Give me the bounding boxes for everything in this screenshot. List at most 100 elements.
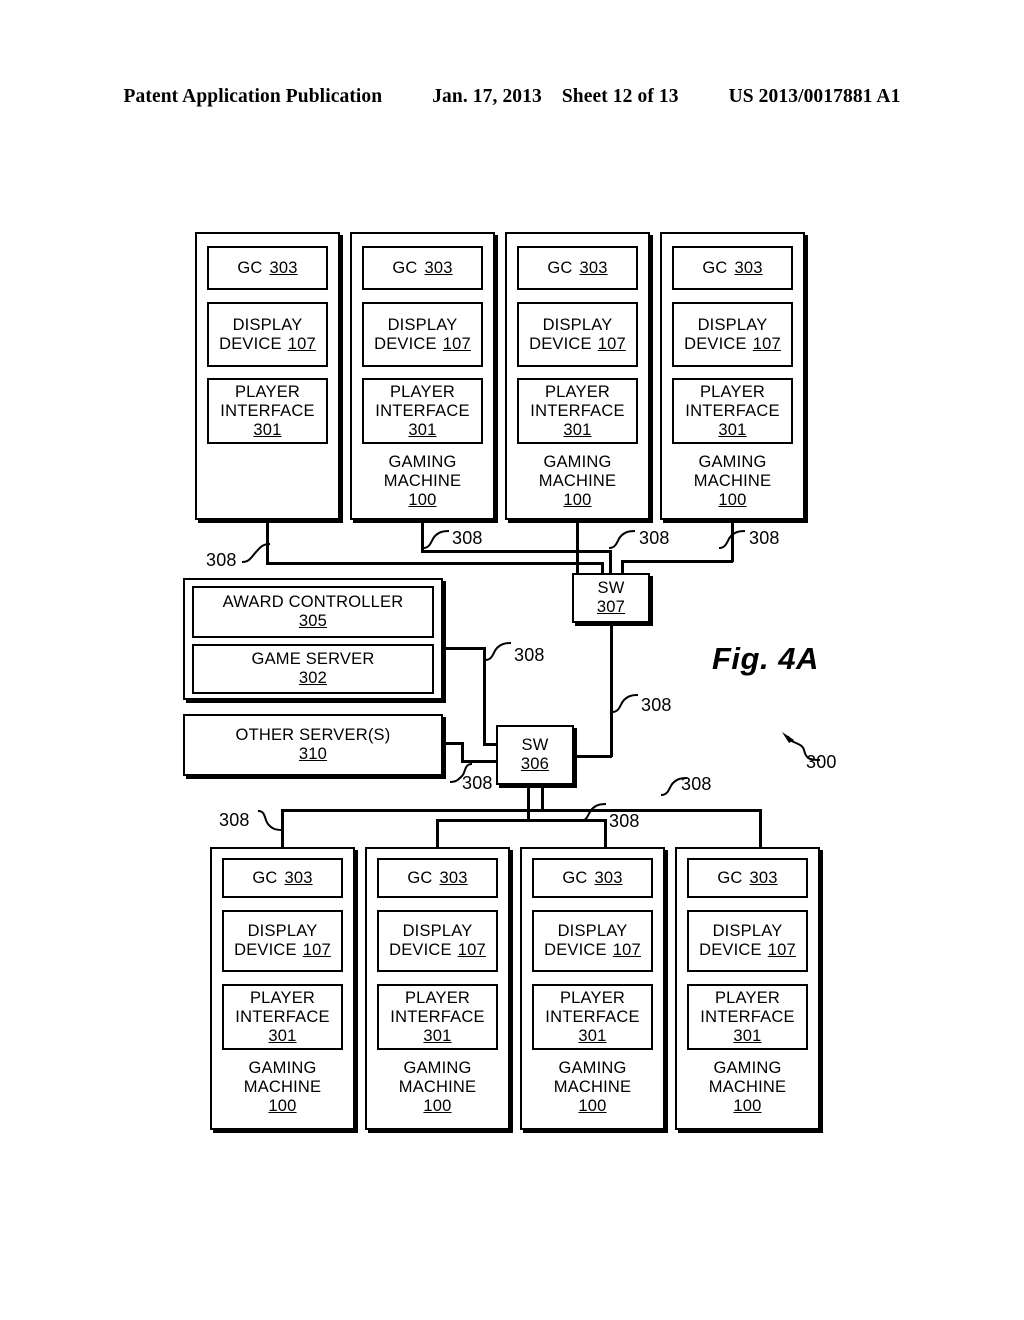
player-interface-number: 301 — [733, 1026, 762, 1045]
display-device-box-top-2: DISPLAY DEVICE 107 — [362, 302, 483, 367]
gaming-machine-line1: GAMING — [388, 452, 457, 471]
player-interface-line1: PLAYER — [234, 382, 301, 401]
leader-308-server-sw — [484, 642, 512, 661]
player-interface-number: 301 — [268, 1026, 297, 1045]
wire-servergroup-in — [483, 743, 497, 746]
ref-308-server-sw: 308 — [514, 645, 545, 665]
display-device-line1: DISPLAY — [697, 315, 768, 334]
figure-4a: GC 303 DISPLAY DEVICE 107 PLAYER INTERFACE… — [0, 0, 1024, 1320]
gaming-machine-line1: GAMING — [543, 452, 612, 471]
player-interface-number: 301 — [718, 420, 747, 439]
other-servers-number: 310 — [298, 745, 328, 763]
display-device-number: 107 — [442, 334, 471, 353]
gaming-machine-number: 100 — [578, 1096, 607, 1115]
gc-label: GC — [562, 868, 588, 887]
player-interface-line2: INTERFACE — [220, 401, 315, 420]
gc-label: GC — [717, 868, 743, 887]
gc-number: 303 — [269, 258, 298, 277]
gaming-machine-line1: GAMING — [698, 452, 767, 471]
gc-label: GC — [702, 258, 728, 277]
gc-box-bottom-1: GC 303 — [222, 858, 343, 898]
award-controller-number: 305 — [298, 612, 328, 630]
ref-308-top-left: 308 — [206, 550, 237, 570]
gaming-machine-label-top-4: GAMING MACHINE 100 — [672, 448, 793, 514]
gc-number: 303 — [594, 868, 623, 887]
player-interface-line2: INTERFACE — [700, 1007, 795, 1026]
gc-label: GC — [407, 868, 433, 887]
gaming-machine-line2: MACHINE — [708, 1077, 787, 1096]
leader-308-sw307-sw306 — [611, 694, 639, 713]
wire-top-2-to-sw — [609, 550, 612, 574]
wire-sw307-into-sw306 — [575, 755, 612, 758]
display-device-number: 107 — [752, 334, 781, 353]
display-device-number: 107 — [597, 334, 626, 353]
display-device-line1: DISPLAY — [712, 922, 783, 940]
player-interface-line1: PLAYER — [699, 382, 766, 401]
ref-308-top-far-right: 308 — [749, 528, 780, 548]
display-device-box-top-3: DISPLAY DEVICE 107 — [517, 302, 638, 367]
gaming-machine-number: 100 — [718, 490, 747, 509]
display-device-line1: DISPLAY — [542, 315, 613, 334]
sw-bottom-label: SW — [521, 736, 549, 754]
player-interface-line1: PLAYER — [389, 382, 456, 401]
display-device-line1: DISPLAY — [247, 922, 318, 940]
gaming-machine-number: 100 — [733, 1096, 762, 1115]
wire-bottom-bus-upper — [281, 809, 761, 812]
gc-number: 303 — [579, 258, 608, 277]
player-interface-line1: PLAYER — [249, 988, 316, 1007]
gc-number: 303 — [439, 868, 468, 887]
award-controller-label: AWARD CONTROLLER — [222, 593, 404, 611]
wire-otherservers-step — [461, 742, 464, 762]
gaming-machine-label-top-3: GAMING MACHINE 100 — [517, 448, 638, 514]
display-device-box-top-4: DISPLAY DEVICE 107 — [672, 302, 793, 367]
player-interface-box-bottom-1: PLAYER INTERFACE 301 — [222, 984, 343, 1050]
gaming-machine-line1: GAMING — [713, 1058, 782, 1077]
gc-number: 303 — [284, 868, 313, 887]
display-device-line2: DEVICE — [684, 334, 747, 353]
gaming-machine-line1: GAMING — [558, 1058, 627, 1077]
gc-label: GC — [547, 258, 573, 277]
player-interface-number: 301 — [423, 1026, 452, 1045]
display-device-line2: DEVICE — [374, 334, 437, 353]
ref-308-bot-far-left: 308 — [219, 810, 250, 830]
player-interface-box-bottom-2: PLAYER INTERFACE 301 — [377, 984, 498, 1050]
game-server-number: 302 — [298, 669, 328, 687]
display-device-number: 107 — [457, 941, 486, 959]
leader-308-bot-far-left — [257, 810, 283, 831]
game-server-box: GAME SERVER 302 — [192, 644, 434, 694]
display-device-line2: DEVICE — [219, 334, 282, 353]
player-interface-box-bottom-3: PLAYER INTERFACE 301 — [532, 984, 653, 1050]
gc-box-top-4: GC 303 — [672, 246, 793, 290]
game-server-label: GAME SERVER — [251, 650, 375, 668]
award-controller-box: AWARD CONTROLLER 305 — [192, 586, 434, 638]
player-interface-line2: INTERFACE — [235, 1007, 330, 1026]
display-device-line1: DISPLAY — [387, 315, 458, 334]
player-interface-box-top-3: PLAYER INTERFACE 301 — [517, 378, 638, 444]
player-interface-line2: INTERFACE — [545, 1007, 640, 1026]
player-interface-number: 301 — [408, 420, 437, 439]
player-interface-line1: PLAYER — [559, 988, 626, 1007]
display-device-line1: DISPLAY — [232, 315, 303, 334]
ref-308-other-sw: 308 — [462, 773, 493, 793]
gaming-machine-line1: GAMING — [403, 1058, 472, 1077]
gaming-machine-number: 100 — [563, 490, 592, 509]
gaming-machine-line2: MACHINE — [553, 1077, 632, 1096]
wire-otherservers-out — [443, 742, 463, 745]
gc-label: GC — [252, 868, 278, 887]
player-interface-line2: INTERFACE — [685, 401, 780, 420]
leader-308-top-right — [608, 530, 636, 549]
wire-sw307-to-sw306 — [610, 623, 613, 757]
ref-308-top-right: 308 — [639, 528, 670, 548]
player-interface-line1: PLAYER — [714, 988, 781, 1007]
display-device-line2: DEVICE — [234, 941, 297, 959]
display-device-line1: DISPLAY — [402, 922, 473, 940]
player-interface-box-bottom-4: PLAYER INTERFACE 301 — [687, 984, 808, 1050]
wire-top-3-drop — [576, 520, 579, 574]
sw-bottom-number: 306 — [520, 755, 550, 773]
gaming-machine-number: 100 — [268, 1096, 297, 1115]
gaming-machine-number: 100 — [408, 490, 437, 509]
wire-sw306-trunk-right — [541, 785, 544, 811]
gaming-machine-line2: MACHINE — [538, 471, 617, 490]
display-device-number: 107 — [612, 941, 641, 959]
player-interface-number: 301 — [563, 420, 592, 439]
